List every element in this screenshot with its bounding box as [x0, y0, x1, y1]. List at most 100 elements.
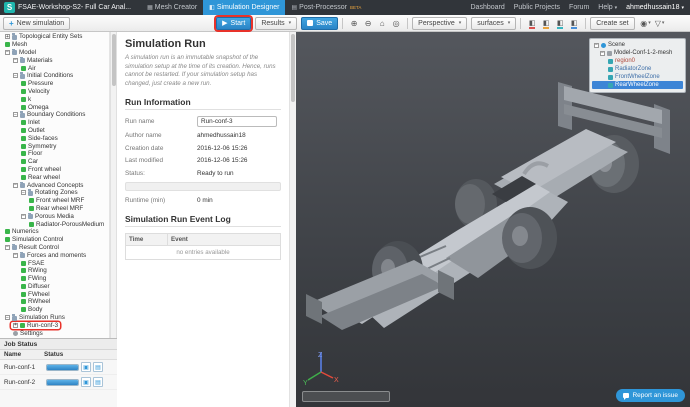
- help-menu[interactable]: Help ▾: [598, 4, 617, 11]
- tree-item[interactable]: −Advanced Concepts: [0, 181, 109, 189]
- tree-item[interactable]: −Boundary Conditions: [0, 111, 109, 119]
- tree-item[interactable]: Velocity: [0, 88, 109, 96]
- color-icon-group: ◧◧◧◧: [525, 17, 581, 30]
- expander-icon[interactable]: −: [13, 183, 18, 188]
- paint-teal-icon[interactable]: ◧: [553, 17, 567, 30]
- paint-blue-icon[interactable]: ◧: [567, 17, 581, 30]
- surfaces-dropdown[interactable]: surfaces▾: [471, 17, 516, 30]
- tree-item[interactable]: Radiator-PorousMedium: [0, 220, 109, 228]
- tree-item[interactable]: −Rotating Zones: [0, 189, 109, 197]
- tree-item[interactable]: Pressure: [0, 80, 109, 88]
- tree-item[interactable]: FWing: [0, 275, 109, 283]
- start-button[interactable]: ▶Start: [216, 17, 251, 30]
- tree-item[interactable]: −Initial Conditions: [0, 72, 109, 80]
- expander-icon[interactable]: +: [5, 34, 10, 39]
- tree-item[interactable]: Symmetry: [0, 142, 109, 150]
- viewer-canvas[interactable]: − Scene − Model-Conf-1-2-mesh region0Rad…: [296, 32, 690, 407]
- tree-item[interactable]: Rear wheel MRF: [0, 205, 109, 213]
- tree-item[interactable]: Rear wheel: [0, 173, 109, 181]
- header-link-public-projects[interactable]: Public Projects: [514, 4, 560, 11]
- tree-item[interactable]: Air: [0, 64, 109, 72]
- scene-tree-item[interactable]: region0: [592, 57, 683, 65]
- tree-scrollbar[interactable]: [110, 32, 117, 338]
- tree-item[interactable]: Numerics: [0, 228, 109, 236]
- new-simulation-button[interactable]: +New simulation: [3, 17, 70, 30]
- expander-icon[interactable]: −: [21, 214, 26, 219]
- perspective-dropdown[interactable]: Perspective▾: [412, 17, 467, 30]
- orbit-icon[interactable]: ◎: [389, 17, 403, 30]
- results-button[interactable]: Results▾: [255, 17, 297, 30]
- tree-item[interactable]: Outlet: [0, 127, 109, 135]
- tree-item[interactable]: FWheel: [0, 290, 109, 298]
- tree-item[interactable]: Omega: [0, 103, 109, 111]
- tree-item[interactable]: Floor: [0, 150, 109, 158]
- expander-icon[interactable]: −: [13, 73, 18, 78]
- scene-tree-item[interactable]: FrontWheelZone: [592, 73, 683, 81]
- job-results-button[interactable]: ▤: [93, 362, 103, 372]
- tree-item[interactable]: −Result Control: [0, 244, 109, 252]
- expander-icon[interactable]: −: [13, 112, 18, 117]
- entity-icon: [21, 276, 26, 281]
- expander-icon[interactable]: −: [13, 58, 18, 63]
- create-set-button[interactable]: Create set: [590, 17, 634, 30]
- visibility-eye-icon[interactable]: ◉▾: [639, 17, 653, 30]
- tree-item[interactable]: Simulation Control: [0, 236, 109, 244]
- report-issue-button[interactable]: Report an issue: [616, 389, 685, 402]
- tab-simulation-designer[interactable]: ◧Simulation Designer: [203, 0, 285, 15]
- viewer-search-input[interactable]: [302, 391, 390, 402]
- expander-icon[interactable]: −: [5, 50, 10, 55]
- expander-icon[interactable]: −: [5, 315, 10, 320]
- user-menu[interactable]: ahmedhussain18 ▾: [626, 4, 684, 11]
- tab-mesh-creator[interactable]: ▦Mesh Creator: [141, 0, 203, 15]
- paint-red-icon[interactable]: ◧: [525, 17, 539, 30]
- scene-root-item[interactable]: − Scene: [592, 41, 683, 49]
- tree-item[interactable]: −Forces and moments: [0, 251, 109, 259]
- scene-tree-item[interactable]: RearWheelZone: [592, 81, 683, 89]
- tree-item[interactable]: Body: [0, 306, 109, 314]
- job-monitor-button[interactable]: ▣: [81, 362, 91, 372]
- tree-item[interactable]: Settings: [0, 329, 109, 337]
- tree-item[interactable]: −Model: [0, 49, 109, 57]
- expander-icon[interactable]: −: [600, 51, 605, 56]
- scene-tree-item[interactable]: RadiatorZone: [592, 65, 683, 73]
- tree-item[interactable]: Front wheel MRF: [0, 197, 109, 205]
- header-link-dashboard[interactable]: Dashboard: [471, 4, 505, 11]
- scene-mesh-item[interactable]: − Model-Conf-1-2-mesh: [592, 49, 683, 57]
- tree-item[interactable]: Car: [0, 158, 109, 166]
- tree-item[interactable]: RWheel: [0, 298, 109, 306]
- tree-item[interactable]: −Materials: [0, 56, 109, 64]
- tree-item[interactable]: +Topological Entity Sets: [0, 33, 109, 41]
- tree-item[interactable]: k: [0, 95, 109, 103]
- expander-icon[interactable]: −: [13, 253, 18, 258]
- save-button[interactable]: Save: [301, 17, 338, 30]
- entity-icon: [21, 151, 26, 156]
- job-results-button[interactable]: ▤: [93, 377, 103, 387]
- tree-item[interactable]: Diffuser: [0, 283, 109, 291]
- fit-view-icon[interactable]: ⌂: [375, 17, 389, 30]
- tree-item[interactable]: Front wheel: [0, 166, 109, 174]
- scrollbar-thumb[interactable]: [112, 34, 116, 86]
- filter-icon[interactable]: ▽▾: [653, 17, 667, 30]
- tree-item[interactable]: Inlet: [0, 119, 109, 127]
- paint-orange-icon[interactable]: ◧: [539, 17, 553, 30]
- run-name-input[interactable]: [197, 116, 277, 127]
- zoom-in-icon[interactable]: ⊕: [347, 17, 361, 30]
- scrollbar-thumb[interactable]: [291, 34, 295, 102]
- tab-post-processor[interactable]: ▤Post-ProcessorBETA: [285, 0, 367, 15]
- header-link-forum[interactable]: Forum: [569, 4, 589, 11]
- main-scrollbar[interactable]: [289, 32, 296, 407]
- tree-item[interactable]: +Run-conf-3: [0, 321, 109, 329]
- tree-item[interactable]: Side-faces: [0, 134, 109, 142]
- zoom-out-icon[interactable]: ⊖: [361, 17, 375, 30]
- expander-icon[interactable]: +: [13, 323, 18, 328]
- tree-item-label: Inlet: [28, 119, 40, 126]
- expander-icon[interactable]: −: [5, 245, 10, 250]
- expander-icon[interactable]: −: [594, 43, 599, 48]
- tree-item[interactable]: RWing: [0, 267, 109, 275]
- tree-item[interactable]: Mesh: [0, 41, 109, 49]
- tree-item[interactable]: FSAE: [0, 259, 109, 267]
- job-monitor-button[interactable]: ▣: [81, 377, 91, 387]
- tree-item[interactable]: −Porous Media: [0, 212, 109, 220]
- tree-item[interactable]: −Simulation Runs: [0, 314, 109, 322]
- expander-icon[interactable]: −: [21, 190, 26, 195]
